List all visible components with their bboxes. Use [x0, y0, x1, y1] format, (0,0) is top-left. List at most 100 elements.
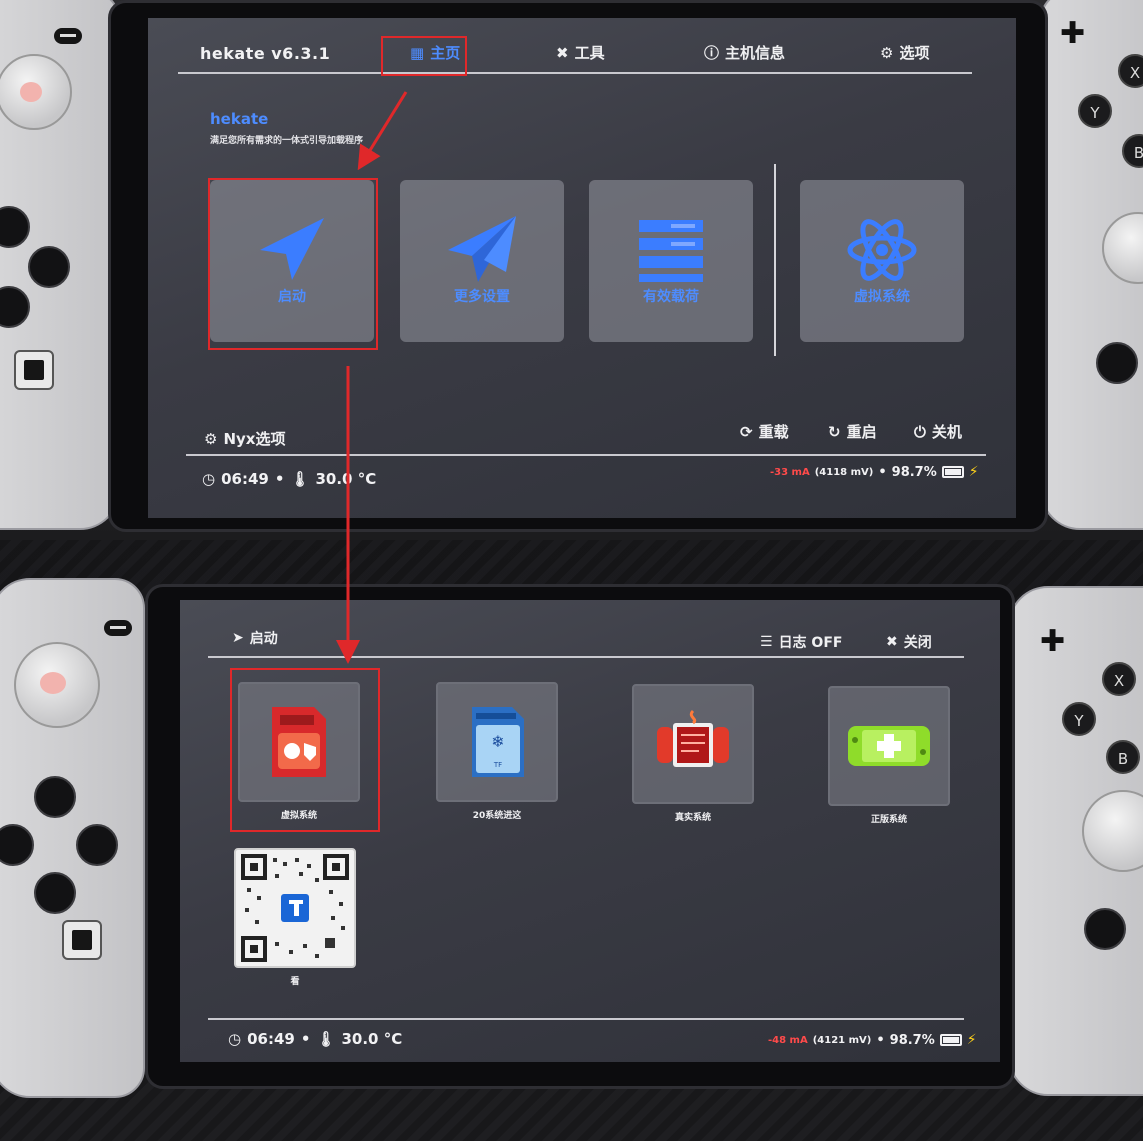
thermometer-icon: 🌡 — [290, 470, 310, 488]
left-button[interactable] — [0, 824, 34, 866]
right-button[interactable] — [76, 824, 118, 866]
highlight-launch-tile — [208, 178, 378, 350]
tools-icon: ✖ — [556, 43, 569, 62]
hekate-subtitle: hekate — [210, 110, 269, 128]
battery-icon — [939, 1034, 962, 1046]
more-settings-tile[interactable]: 更多设置 — [400, 180, 564, 342]
status-power: -48 mA (4121 mV) • 98.7% ⚡ — [768, 1032, 977, 1048]
emummc-label: 虚拟系统 — [854, 289, 910, 305]
battery-percent: 98.7% — [889, 1032, 935, 1048]
right-joycon: ✚ X Y B — [1008, 586, 1143, 1096]
switch-sd-card-icon: ❄ TF — [472, 707, 524, 777]
battery-voltage: (4121 mV) — [812, 1034, 872, 1046]
up-button[interactable] — [34, 776, 76, 818]
battery-percent: 98.7% — [891, 464, 937, 480]
footer-divider — [186, 454, 986, 456]
charging-bolt-icon: ⚡ — [968, 464, 979, 480]
y-button[interactable]: Y — [1078, 94, 1112, 128]
boot-entry-sysnand[interactable]: 真实系统 — [632, 684, 754, 823]
status-power: -33 mA (4118 mV) • 98.7% ⚡ — [770, 464, 979, 480]
clock-icon: ◷ — [228, 1030, 242, 1048]
clock-time: 06:49 — [221, 470, 269, 488]
home-button[interactable] — [1084, 908, 1126, 950]
status-clock-temp: ◷ 06:49 • 🌡 30.0 °C — [228, 1030, 402, 1048]
log-toggle-label: 日志 OFF — [778, 635, 843, 651]
x-button[interactable]: X — [1118, 54, 1143, 88]
svg-text:❄: ❄ — [491, 732, 504, 751]
separator-dot: • — [274, 470, 285, 488]
launch-header: ➤ 启动 — [232, 628, 278, 648]
payloads-label: 有效载荷 — [643, 289, 699, 305]
nyx-options-button[interactable]: ⚙ Nyx选项 — [204, 428, 285, 449]
temperature: 30.0 °C — [341, 1030, 403, 1048]
header-divider — [208, 656, 964, 658]
separator-dot: • — [876, 1032, 885, 1048]
x-button[interactable]: X — [1102, 662, 1136, 696]
log-toggle-button[interactable]: ☰ 日志 OFF — [760, 632, 842, 652]
launch-header-label: 启动 — [249, 631, 278, 647]
battery-voltage: (4118 mV) — [814, 466, 874, 478]
footer-divider — [208, 1018, 964, 1020]
tab-options[interactable]: ⚙ 选项 — [880, 42, 929, 63]
gear-icon: ⚙ — [880, 43, 894, 62]
charging-bolt-icon: ⚡ — [966, 1032, 977, 1048]
y-button[interactable]: Y — [1062, 702, 1096, 736]
minus-button[interactable] — [54, 28, 82, 44]
highlight-emummc-entry — [230, 668, 380, 832]
boot-entry-qr[interactable]: 看 — [234, 848, 356, 987]
battery-icon — [941, 466, 964, 478]
down-button[interactable] — [34, 872, 76, 914]
down-button[interactable] — [0, 286, 30, 328]
reload-button[interactable]: ⟳ 重载 — [740, 421, 789, 442]
b-button[interactable]: B — [1106, 740, 1140, 774]
right-thumbstick[interactable] — [1082, 790, 1143, 872]
minus-button[interactable] — [104, 620, 132, 636]
boot-entry-thumbnail — [234, 848, 356, 968]
boot-entry-thumbnail — [632, 684, 754, 804]
clock-icon: ◷ — [202, 470, 216, 488]
power-off-button[interactable]: ⏻ 关机 — [914, 421, 962, 442]
reboot-button[interactable]: ↻ 重启 — [828, 421, 877, 442]
paper-plane-icon — [448, 216, 516, 282]
payload-list-icon — [639, 220, 703, 282]
capture-button[interactable] — [62, 920, 102, 960]
boot-entry-caption: 正版系统 — [870, 815, 907, 825]
app-title: hekate v6.3.1 — [200, 44, 331, 63]
left-joycon — [0, 578, 145, 1098]
close-label: 关闭 — [903, 635, 932, 651]
close-icon: ✖ — [886, 634, 898, 650]
status-clock-temp: ◷ 06:49 • 🌡 30.0 °C — [202, 470, 376, 488]
more-settings-label: 更多设置 — [454, 289, 510, 305]
plus-button[interactable]: ✚ — [1060, 16, 1085, 51]
reboot-icon: ↻ — [828, 422, 841, 441]
right-button[interactable] — [28, 246, 70, 288]
thermometer-icon: 🌡 — [316, 1030, 336, 1048]
up-button[interactable] — [0, 206, 30, 248]
boot-entry-caption: 20系统进这 — [472, 811, 522, 821]
tab-info-label: 主机信息 — [725, 44, 786, 62]
tab-options-label: 选项 — [899, 44, 930, 62]
battery-current: -48 mA — [768, 1034, 808, 1046]
emummc-tile[interactable]: 虚拟系统 — [800, 180, 964, 342]
tab-tools[interactable]: ✖ 工具 — [556, 42, 605, 63]
info-icon: ⓘ — [704, 44, 720, 62]
paw-cap-icon — [20, 82, 42, 102]
reboot-label: 重启 — [846, 423, 877, 441]
capture-button[interactable] — [14, 350, 54, 390]
boot-entry-stock[interactable]: 正版系统 — [828, 686, 950, 825]
temperature: 30.0 °C — [315, 470, 377, 488]
nyx-options-label: Nyx选项 — [223, 430, 286, 448]
reload-icon: ⟳ — [740, 422, 753, 441]
plus-button[interactable]: ✚ — [1040, 624, 1065, 659]
close-button[interactable]: ✖ 关闭 — [886, 632, 932, 652]
boot-entry-20-system[interactable]: ❄ TF 20系统进这 — [436, 682, 558, 821]
hekate-description: 满足您所有需求的一体式引导加载程序 — [210, 136, 364, 146]
payloads-tile[interactable]: 有效载荷 — [589, 180, 753, 342]
home-button[interactable] — [1096, 342, 1138, 384]
power-off-label: 关机 — [931, 423, 962, 441]
tab-console-info[interactable]: ⓘ 主机信息 — [704, 42, 785, 63]
right-thumbstick[interactable] — [1102, 212, 1143, 284]
paw-cap-icon — [40, 672, 66, 694]
battery-current: -33 mA — [770, 466, 810, 478]
b-button[interactable]: B — [1122, 134, 1143, 168]
